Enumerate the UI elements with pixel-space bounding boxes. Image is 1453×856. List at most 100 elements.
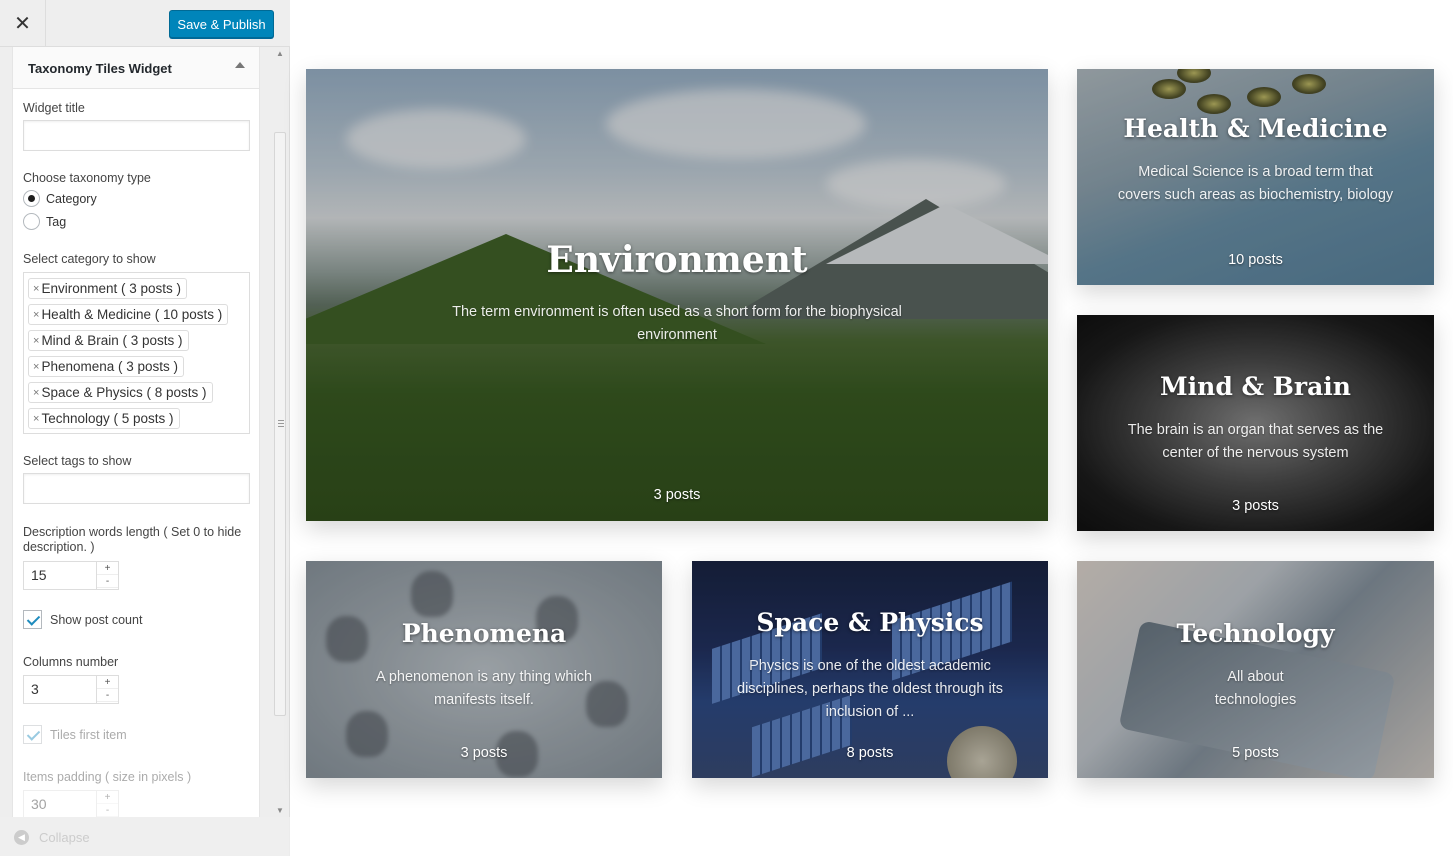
customizer-header: ✕ Save & Publish	[0, 0, 290, 47]
collapse-arrow-icon[interactable]	[235, 62, 245, 68]
tile-phenomena[interactable]: Phenomena A phenomenon is any thing whic…	[306, 561, 662, 778]
tile-environment[interactable]: Environment The term environment is ofte…	[306, 69, 1048, 521]
tiles-first-label: Tiles first item	[50, 727, 127, 742]
category-chip: × Environment ( 3 posts )	[28, 278, 187, 299]
tile-title[interactable]: Mind & Brain	[1077, 372, 1434, 401]
grip-icon	[278, 420, 284, 427]
scrollbar-thumb[interactable]	[274, 132, 286, 716]
tile-content: Phenomena A phenomenon is any thing whic…	[306, 619, 662, 712]
show-count-label: Show post count	[50, 612, 143, 627]
tags-multiselect[interactable]	[23, 473, 250, 504]
tile-description: All about technologies	[1214, 669, 1297, 708]
tile-post-count: 8 posts	[846, 745, 894, 761]
collapse-label: Collapse	[39, 830, 90, 845]
scroll-up-icon[interactable]: ▲	[276, 49, 284, 58]
chip-label: Space & Physics ( 8 posts )	[41, 385, 207, 400]
remove-chip-icon[interactable]: ×	[33, 387, 39, 399]
stepper-buttons[interactable]: + -	[96, 676, 118, 703]
category-multiselect[interactable]: × Environment ( 3 posts ) × Health & Medic…	[23, 272, 250, 434]
radio-tag-button[interactable]	[23, 213, 40, 230]
remove-chip-icon[interactable]: ×	[33, 361, 39, 373]
desc-length-label: Description words length ( Set 0 to hide…	[23, 525, 242, 554]
chip-label: Health & Medicine ( 10 posts )	[41, 307, 223, 322]
tile-content: Mind & Brain The brain is an organ that …	[1077, 372, 1434, 465]
remove-chip-icon[interactable]: ×	[33, 283, 39, 295]
sidebar-scrollbar[interactable]: ▲ ▼	[272, 47, 288, 817]
tile-health-medicine[interactable]: Health & Medicine Medical Science is a b…	[1077, 69, 1434, 285]
tile-post-count: 10 posts	[1228, 252, 1283, 268]
padding-stepper[interactable]: 30 + -	[23, 790, 119, 817]
stepper-plus[interactable]: +	[97, 562, 118, 575]
desc-length-stepper[interactable]: 15 + -	[23, 561, 119, 590]
category-chip: × Mind & Brain ( 3 posts )	[28, 330, 189, 351]
radio-category-button[interactable]	[23, 190, 40, 207]
columns-stepper[interactable]: 3 + -	[23, 675, 119, 704]
chip-label: Environment ( 3 posts )	[41, 281, 181, 296]
tile-space-physics[interactable]: Space & Physics Physics is one of the ol…	[692, 561, 1048, 778]
radio-category[interactable]: Category	[23, 190, 97, 207]
remove-chip-icon[interactable]: ×	[33, 413, 39, 425]
tile-description: A phenomenon is any thing which manifest…	[375, 669, 593, 708]
desc-length-value: 15	[31, 567, 47, 583]
tile-post-count: 5 posts	[1232, 745, 1279, 761]
widget-title-input[interactable]	[23, 120, 250, 151]
scroll-down-icon[interactable]: ▼	[276, 806, 284, 815]
tile-post-count: 3 posts	[1232, 498, 1279, 514]
stepper-minus[interactable]: -	[97, 804, 118, 817]
padding-label: Items padding ( size in pixels )	[23, 770, 192, 784]
padding-value: 30	[31, 796, 47, 812]
widget-header-title: Taxonomy Tiles Widget	[28, 61, 172, 76]
widget-panel: Taxonomy Tiles Widget Widget title Choos…	[12, 47, 260, 817]
columns-value: 3	[31, 681, 39, 697]
radio-category-label: Category	[46, 191, 97, 206]
chip-label: Phenomena ( 3 posts )	[41, 359, 179, 374]
taxonomy-type-label: Choose taxonomy type	[23, 171, 151, 185]
stepper-minus[interactable]: -	[97, 575, 118, 588]
close-button[interactable]: ✕	[0, 0, 46, 47]
chip-label: Mind & Brain ( 3 posts )	[41, 333, 183, 348]
chip-label: Technology ( 5 posts )	[41, 411, 174, 426]
close-icon: ✕	[14, 13, 31, 35]
tile-title[interactable]: Health & Medicine	[1077, 114, 1434, 143]
show-count-checkbox[interactable]: Show post count	[23, 610, 142, 629]
tile-content: Space & Physics Physics is one of the ol…	[692, 608, 1048, 724]
tile-title[interactable]: Technology	[1077, 619, 1434, 648]
collapse-icon: ◀	[14, 830, 29, 845]
tile-content: Environment The term environment is ofte…	[306, 239, 1048, 347]
tile-title[interactable]: Space & Physics	[692, 608, 1048, 637]
collapse-button[interactable]: ◀ Collapse	[14, 830, 90, 845]
radio-tag[interactable]: Tag	[23, 213, 66, 230]
tile-content: Technology All about technologies	[1077, 619, 1434, 712]
show-count-check[interactable]	[23, 610, 42, 629]
stepper-buttons[interactable]: + -	[96, 562, 118, 589]
category-chip: × Technology ( 5 posts )	[28, 408, 180, 429]
category-chip: × Phenomena ( 3 posts )	[28, 356, 185, 377]
tile-post-count: 3 posts	[460, 745, 508, 761]
tile-title[interactable]: Phenomena	[306, 619, 662, 648]
category-chip: × Health & Medicine ( 10 posts )	[28, 304, 229, 325]
stepper-plus[interactable]: +	[97, 676, 118, 689]
columns-label: Columns number	[23, 655, 119, 669]
tile-post-count: 3 posts	[653, 487, 701, 503]
tile-description: The term environment is often used as a …	[452, 304, 902, 343]
tile-title[interactable]: Environment	[306, 239, 1048, 281]
remove-chip-icon[interactable]: ×	[33, 335, 39, 347]
stepper-minus[interactable]: -	[97, 689, 118, 702]
tile-description: Physics is one of the oldest academic di…	[737, 658, 1003, 720]
tiles-first-checkbox[interactable]: Tiles first item	[23, 725, 127, 744]
tile-technology[interactable]: Technology All about technologies 5 post…	[1077, 561, 1434, 778]
widget-title-label: Widget title	[23, 101, 85, 115]
remove-chip-icon[interactable]: ×	[33, 309, 39, 321]
radio-tag-label: Tag	[46, 214, 67, 229]
stepper-plus[interactable]: +	[97, 791, 118, 804]
tile-description: Medical Science is a broad term that cov…	[1117, 164, 1394, 203]
customizer-sidebar: ✕ Save & Publish Taxonomy Tiles Widget W…	[0, 0, 290, 856]
stepper-buttons[interactable]: + -	[96, 791, 118, 817]
category-chip: × Space & Physics ( 8 posts )	[28, 382, 213, 403]
save-publish-button[interactable]: Save & Publish	[169, 10, 274, 38]
widget-header[interactable]: Taxonomy Tiles Widget	[13, 47, 259, 89]
tiles-first-check[interactable]	[23, 725, 42, 744]
tile-mind-brain[interactable]: Mind & Brain The brain is an organ that …	[1077, 315, 1434, 531]
tags-select-label: Select tags to show	[23, 454, 132, 468]
tile-description: The brain is an organ that serves as the…	[1127, 422, 1384, 461]
